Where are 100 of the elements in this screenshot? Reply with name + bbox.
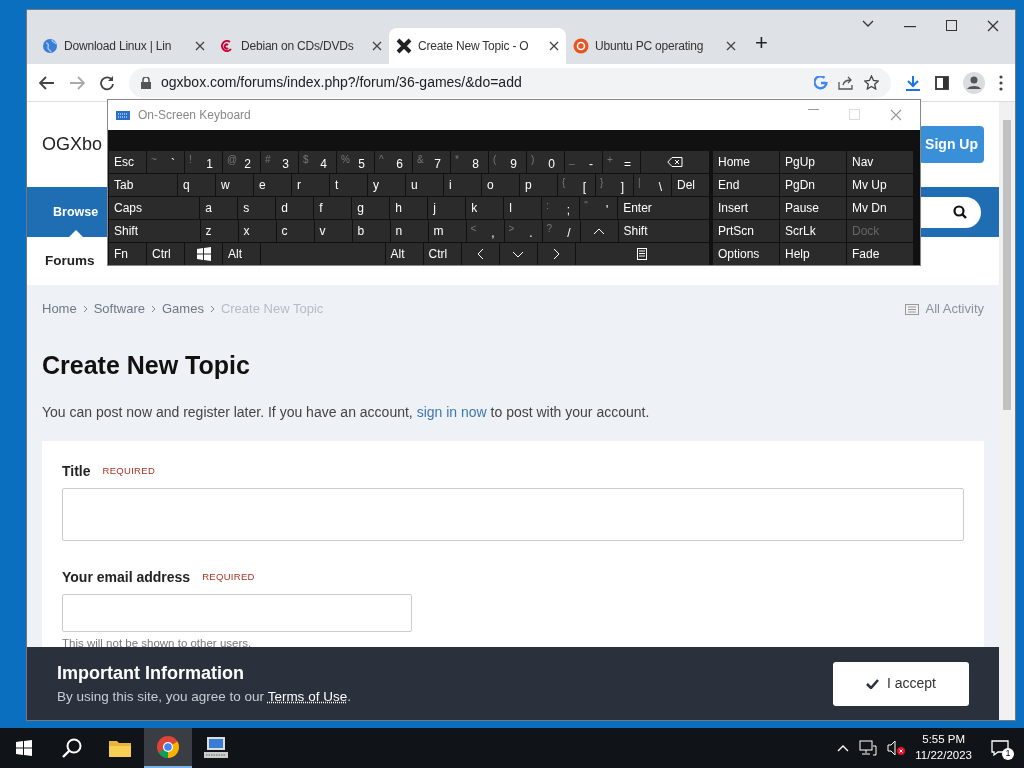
keyboard-key[interactable]: Caps [109,197,200,219]
keyboard-key[interactable]: Ctrl [423,243,461,265]
keyboard-key[interactable]: l [504,197,542,219]
close-icon[interactable] [195,41,205,51]
keyboard-key[interactable]: Home [713,151,779,173]
terms-link[interactable]: Terms of Use [267,688,348,704]
muted-speaker-icon[interactable] [887,740,906,756]
keyboard-key[interactable]: | \ [634,174,671,196]
keyboard-key[interactable]: @ 2 [223,151,260,173]
keyboard-key[interactable] [185,243,222,265]
keyboard-key[interactable]: q [178,174,215,196]
keyboard-key[interactable]: % 5 [337,151,374,173]
keyboard-key[interactable]: Alt [223,243,260,265]
keyboard-key[interactable]: ( 9 [489,151,526,173]
keyboard-key[interactable]: * 8 [451,151,488,173]
keyboard-key[interactable]: e [254,174,291,196]
keyboard-key[interactable]: Del [672,174,709,196]
new-tab-button[interactable]: + [743,25,780,63]
keyboard-key[interactable]: } ] [596,174,633,196]
keyboard-key[interactable]: p [520,174,557,196]
keyboard-key[interactable]: s [238,197,276,219]
notification-icon[interactable] [991,740,1009,756]
keyboard-key[interactable]: ? / [542,220,580,242]
star-icon[interactable] [864,75,879,90]
keyboard-key[interactable]: Insert [713,197,779,219]
keyboard-key[interactable]: Fn [109,243,146,265]
keyboard-key[interactable]: Fade [847,243,913,265]
keyboard-key[interactable]: Esc [109,151,146,173]
side-panel-icon[interactable] [935,75,949,90]
keyboard-key[interactable]: u [406,174,443,196]
keyboard-key[interactable]: ~ ` [147,151,184,173]
keyboard-key[interactable]: a [200,197,238,219]
keyboard-key[interactable]: End [713,174,779,196]
keyboard-key[interactable]: j [428,197,466,219]
keyboard-key[interactable]: PgDn [780,174,846,196]
keyboard-key[interactable]: PrtScn [713,220,779,242]
keyboard-key[interactable]: PgUp [780,151,846,173]
keyboard-key[interactable]: Nav [847,151,913,173]
keyboard-key[interactable]: c [276,220,314,242]
back-arrow-icon[interactable] [39,75,55,90]
close-icon[interactable] [987,20,999,32]
close-icon[interactable] [372,41,382,51]
keyboard-key[interactable]: h [390,197,428,219]
breadcrumb-link[interactable]: Games [162,299,204,319]
maximize-icon[interactable] [946,20,957,31]
keyboard-key[interactable]: i [444,174,481,196]
email-field[interactable] [62,594,412,632]
network-icon[interactable] [859,740,878,756]
address-bar[interactable]: ogxbox.com/forums/index.php?/forum/36-games/&do=add [129,67,891,98]
keyboard-key[interactable]: Ctrl [147,243,184,265]
keyboard-key[interactable]: b [352,220,390,242]
keyboard-key[interactable] [641,151,709,173]
scrollbar[interactable] [999,102,1015,720]
keyboard-key[interactable]: ) 0 [527,151,564,173]
keyboard-key[interactable]: v [314,220,352,242]
reload-icon[interactable] [99,74,115,91]
keyboard-key[interactable]: t [330,174,367,196]
keyboard-key[interactable]: Mv Dn [847,197,913,219]
close-icon[interactable] [726,41,736,51]
keyboard-key[interactable]: & 7 [413,151,450,173]
keyboard-key[interactable]: z [200,220,238,242]
keyboard-key[interactable]: > . [504,220,542,242]
keyboard-key[interactable]: g [352,197,390,219]
download-icon[interactable] [905,74,921,91]
keyboard-key[interactable]: o [482,174,519,196]
keyboard-key[interactable]: Mv Up [847,174,913,196]
browser-tab[interactable]: Ubuntu PC operating [566,28,743,64]
site-logo[interactable]: OGXbo [42,131,103,158]
keyboard-key[interactable]: Shift [618,220,709,242]
keyboard-key[interactable]: $ 4 [299,151,336,173]
keyboard-key[interactable]: x [238,220,276,242]
keyboard-key[interactable]: ScrLk [780,220,846,242]
keyboard-key[interactable]: # 3 [261,151,298,173]
keyboard-key[interactable]: n [390,220,428,242]
browser-tab[interactable]: Download Linux | Lin [35,28,212,64]
g-logo-icon[interactable] [814,75,828,90]
keyboard-key[interactable]: Options [713,243,779,265]
keyboard-key[interactable]: ! 1 [185,151,222,173]
minimize-icon[interactable] [904,26,916,28]
keyboard-key[interactable]: Tab [109,174,177,196]
keyboard-key[interactable]: + = [603,151,640,173]
breadcrumb-link[interactable]: Home [42,299,77,319]
clock-time[interactable]: 5:55 PM [915,732,972,748]
keyboard-key[interactable]: Alt [385,243,423,265]
chevron-up-icon[interactable] [837,744,850,752]
breadcrumb-link[interactable]: Software [93,299,145,319]
keyboard-key[interactable]: w [216,174,253,196]
close-icon[interactable] [549,41,559,51]
sign-in-link[interactable]: sign in now [416,404,487,420]
keyboard-key[interactable]: Shift [109,220,200,242]
keyboard-key[interactable]: ^ 6 [375,151,412,173]
profile-icon[interactable] [963,71,985,94]
accept-button[interactable]: I accept [833,661,969,706]
keyboard-key[interactable]: r [292,174,329,196]
keyboard-key[interactable]: k [466,197,504,219]
keyboard-key[interactable]: d [276,197,314,219]
keyboard-key[interactable]: Help [780,243,846,265]
keyboard-key[interactable]: { [ [558,174,595,196]
keyboard-key[interactable]: : ; [542,197,580,219]
taskbar-app[interactable] [144,728,192,768]
